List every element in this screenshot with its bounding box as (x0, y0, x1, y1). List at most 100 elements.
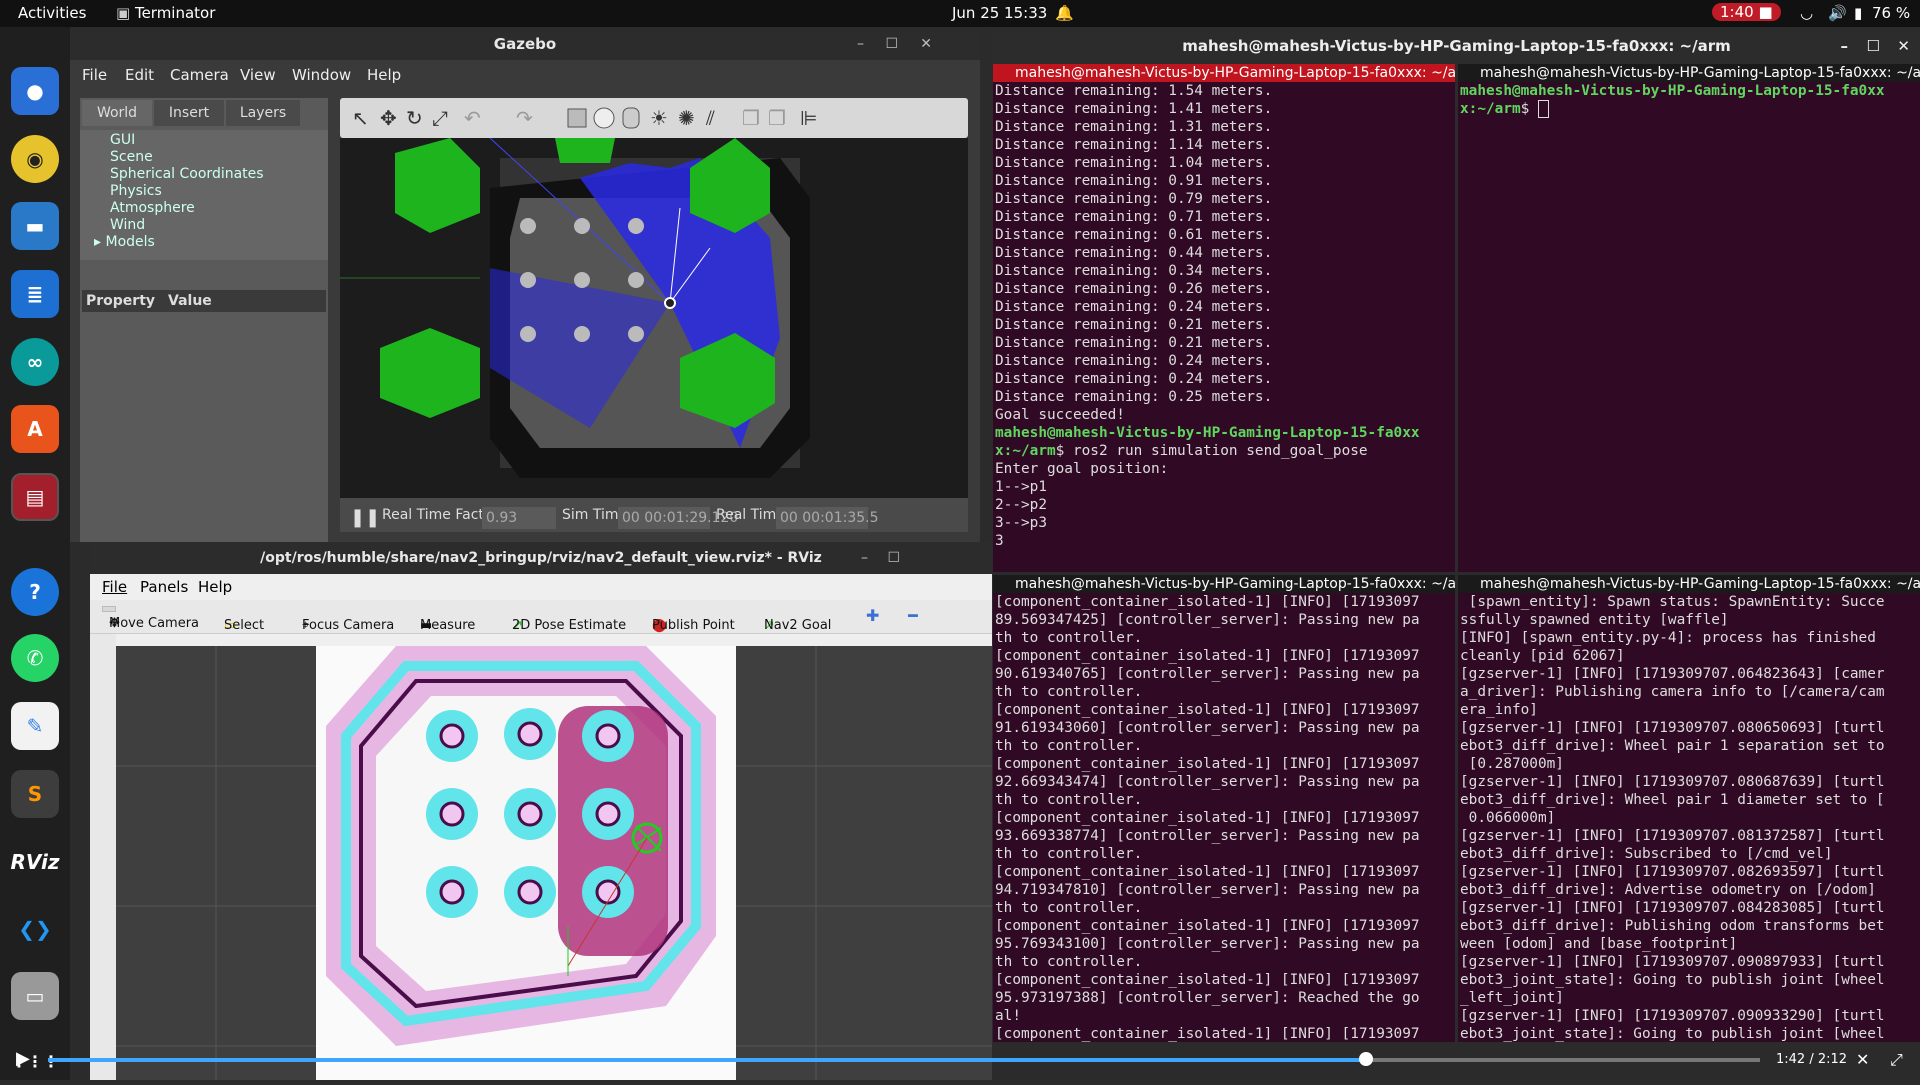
rviz-menubar: File Panels Help (90, 574, 992, 600)
add-tool-button[interactable]: ✚ (866, 606, 879, 625)
rviz-menu-file[interactable]: File (102, 578, 127, 596)
sphere-shape-icon[interactable] (593, 107, 615, 129)
tree-item-atmosphere[interactable]: Atmosphere (110, 200, 195, 216)
seek-bar[interactable] (48, 1052, 1760, 1066)
play-icon[interactable]: ▶ (16, 1048, 30, 1069)
robot-marker[interactable] (664, 297, 676, 309)
terminal-line: [component_container_isolated-1] [INFO] … (995, 1026, 1420, 1042)
menu-view[interactable]: View (240, 66, 276, 84)
term-close-button[interactable]: ✕ (1897, 28, 1910, 64)
scale-icon[interactable]: ⤢ (432, 106, 448, 130)
gazebo-3d-view[interactable] (340, 138, 968, 498)
sim-time-value: 00 00:01:29.120 (618, 507, 738, 529)
point-light-icon[interactable]: ☀ (650, 106, 668, 130)
redo-icon[interactable]: ↷ (516, 106, 533, 130)
firefox-icon[interactable]: ● (11, 67, 59, 115)
tab-layers[interactable]: Layers (226, 100, 300, 126)
spot-light-icon[interactable]: ✺ (678, 106, 695, 130)
terminator-icon[interactable]: ▤ (11, 473, 59, 521)
rviz-3d-view[interactable] (116, 646, 992, 1080)
term-minimize-button[interactable]: – (1841, 28, 1849, 64)
terminator-app-menu[interactable]: ▣ Terminator (116, 4, 215, 22)
gazebo-scene[interactable] (340, 138, 968, 498)
minimize-button[interactable]: – (857, 28, 864, 60)
tree-item-spherical-coordinates[interactable]: Spherical Coordinates (110, 166, 264, 182)
translate-icon[interactable]: ✥ (380, 106, 397, 130)
terminal-line: 3-->p3 (995, 515, 1047, 531)
seek-handle[interactable] (1359, 1052, 1374, 1066)
terminal-line: th to controller. (995, 792, 1143, 808)
maximize-button[interactable]: ☐ (885, 28, 898, 60)
align-icon[interactable]: ⊫ (800, 106, 817, 130)
menu-file[interactable]: File (82, 66, 107, 84)
terminal-line: Distance remaining: 0.21 meters. (995, 335, 1273, 351)
menu-camera[interactable]: Camera (170, 66, 229, 84)
terminal-pane-2[interactable]: mahesh@mahesh-Victus-by-HP-Gaming-Laptop… (1458, 64, 1920, 572)
rotate-icon[interactable]: ↻ (406, 106, 423, 130)
wifi-icon[interactable]: ◡ (1800, 4, 1813, 22)
volume-mute-icon[interactable]: ✕ (1856, 1050, 1869, 1069)
terminal-line: ssfully spawned entity [waffle] (1460, 612, 1729, 628)
tree-item-gui[interactable]: GUI (110, 132, 135, 148)
terminal-pane-3[interactable]: mahesh@mahesh-Victus-by-HP-Gaming-Laptop… (993, 575, 1455, 1042)
activities-button[interactable]: Activities (18, 4, 86, 22)
paste-icon[interactable]: ❐ (768, 106, 786, 130)
term-maximize-button[interactable]: ☐ (1867, 28, 1880, 64)
rviz-icon[interactable]: RViz (10, 838, 60, 886)
tree-item-wind[interactable]: Wind (110, 217, 145, 233)
vscode-icon[interactable]: ❮❯ (11, 905, 59, 953)
help-icon[interactable]: ? (11, 568, 59, 616)
fullscreen-icon[interactable]: ⤢ (1890, 1050, 1903, 1070)
menu-help[interactable]: Help (367, 66, 401, 84)
box-shape-icon[interactable] (567, 108, 587, 128)
terminal-line: Distance remaining: 1.04 meters. (995, 155, 1273, 171)
close-button[interactable]: ✕ (920, 28, 932, 60)
select-mode-icon[interactable]: ↖ (352, 106, 369, 130)
video-time: 1:42 / 2:12 (1776, 1052, 1848, 1067)
rviz-menu-help[interactable]: Help (198, 578, 232, 596)
rviz-left-dock[interactable] (90, 634, 116, 1080)
terminal-line: era_info] (1460, 702, 1538, 718)
recording-indicator[interactable]: 1:40 ■ (1712, 3, 1781, 21)
tree-item-scene[interactable]: Scene (110, 149, 153, 165)
app-name: Terminator (134, 4, 216, 22)
terminal-line: cleanly [pid 62067] (1460, 648, 1625, 664)
volume-icon[interactable]: 🔊 (1828, 4, 1847, 22)
tree-item-physics[interactable]: Physics (110, 183, 162, 199)
arduino-icon[interactable]: ∞ (11, 338, 59, 386)
remove-tool-button[interactable]: ━ (908, 606, 918, 625)
clock[interactable]: Jun 25 15:33 (952, 4, 1047, 22)
sublime-icon[interactable]: S (11, 770, 59, 818)
terminator-titlebar: mahesh@mahesh-Victus-by-HP-Gaming-Laptop… (993, 28, 1920, 64)
terminal-line: Goal succeeded! (995, 407, 1125, 423)
disks-icon[interactable]: ▭ (11, 972, 59, 1020)
menu-edit[interactable]: Edit (125, 66, 154, 84)
rviz-maximize-button[interactable]: ☐ (887, 542, 900, 574)
copy-icon[interactable]: ❐ (742, 106, 760, 130)
pause-button[interactable]: ❚❚ (350, 507, 380, 528)
tab-world[interactable]: World (82, 100, 152, 126)
cylinder-shape-icon[interactable] (622, 107, 640, 129)
battery-icon[interactable]: ▮ (1854, 4, 1862, 22)
terminal-line: [gzserver-1] [INFO] [1719309707.06482364… (1460, 666, 1885, 682)
writer-icon[interactable]: ≣ (11, 270, 59, 318)
whatsapp-icon[interactable]: ✆ (11, 634, 59, 682)
rviz-minimize-button[interactable]: – (861, 542, 868, 574)
terminal-line: [gzserver-1] [INFO] [1719309707.08137258… (1460, 828, 1885, 844)
tree-item-models[interactable]: ▸ Models (94, 234, 155, 250)
undo-icon[interactable]: ↶ (464, 106, 481, 130)
menu-window[interactable]: Window (292, 66, 351, 84)
tab-insert[interactable]: Insert (154, 100, 224, 126)
text-editor-icon[interactable]: ✎ (11, 702, 59, 750)
terminal-pane-1[interactable]: mahesh@mahesh-Victus-by-HP-Gaming-Laptop… (993, 64, 1455, 572)
move-camera-button[interactable]: ✥ Move Camera (102, 606, 199, 631)
directional-light-icon[interactable]: ⫽ (705, 106, 715, 130)
rviz-menu-panels[interactable]: Panels (140, 578, 188, 596)
rhythmbox-icon[interactable]: ◉ (11, 135, 59, 183)
rviz-map-render[interactable] (116, 646, 992, 1080)
prompt-user: mahesh@mahesh-Victus-by-HP-Gaming-Laptop… (1460, 83, 1885, 99)
app-center-icon[interactable]: A (11, 405, 59, 453)
files-icon[interactable]: ▬ (11, 202, 59, 250)
terminal-pane-4[interactable]: mahesh@mahesh-Victus-by-HP-Gaming-Laptop… (1458, 575, 1920, 1042)
terminal-line: ween [odom] and [base_footprint] (1460, 936, 1738, 952)
